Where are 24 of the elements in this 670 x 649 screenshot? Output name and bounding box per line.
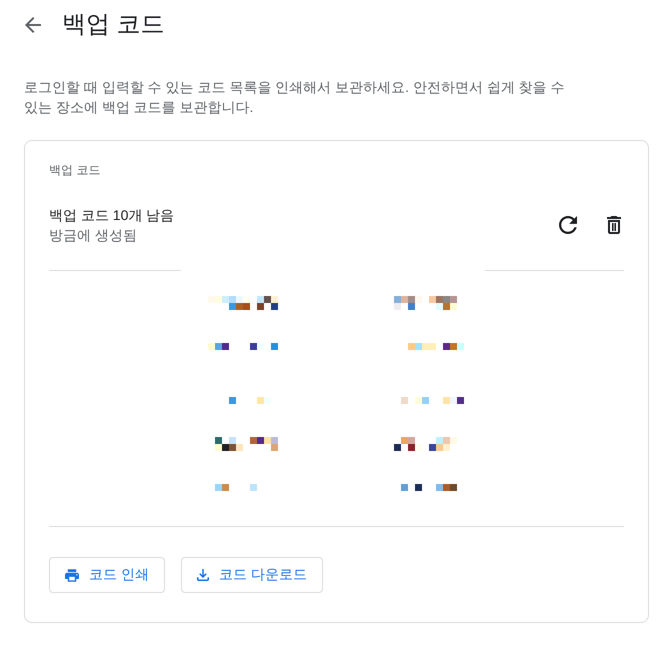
pixelated-code-drawing (394, 437, 457, 451)
pixelated-code-drawing (408, 343, 464, 350)
codes-remaining-text: 백업 코드 10개 남음 (49, 206, 174, 225)
pixelated-code-drawing (208, 296, 278, 310)
generated-time-text: 방금에 생성됨 (49, 226, 138, 245)
printer-icon (65, 568, 79, 582)
trash-icon (607, 216, 621, 234)
pixelated-code-drawing (401, 397, 464, 404)
delete-button[interactable] (607, 216, 621, 234)
download-codes-button[interactable]: 코드 다운로드 (180, 557, 323, 593)
card-label: 백업 코드 (49, 162, 102, 178)
pixelated-code-drawing (229, 397, 271, 404)
download-icon (196, 569, 209, 581)
pixelated-code-drawing (215, 437, 278, 451)
print-codes-button[interactable]: 코드 인쇄 (49, 557, 165, 593)
back-arrow-icon[interactable] (25, 17, 41, 33)
page-title: 백업 코드 (62, 10, 165, 40)
pixelated-code-drawing (401, 484, 457, 491)
refresh-button[interactable] (559, 216, 577, 234)
pixelated-code-drawing (208, 343, 278, 350)
pixelated-code-drawing (215, 484, 257, 491)
description-text: 로그인할 때 입력할 수 있는 코드 목록을 인쇄해서 보관하세요. 안전하면서 쉽게 찾을 수 있는 장소에 백업 코드를 보관합니다. (24, 78, 566, 117)
pixelated-code-drawing (394, 296, 457, 310)
refresh-icon (559, 216, 577, 234)
